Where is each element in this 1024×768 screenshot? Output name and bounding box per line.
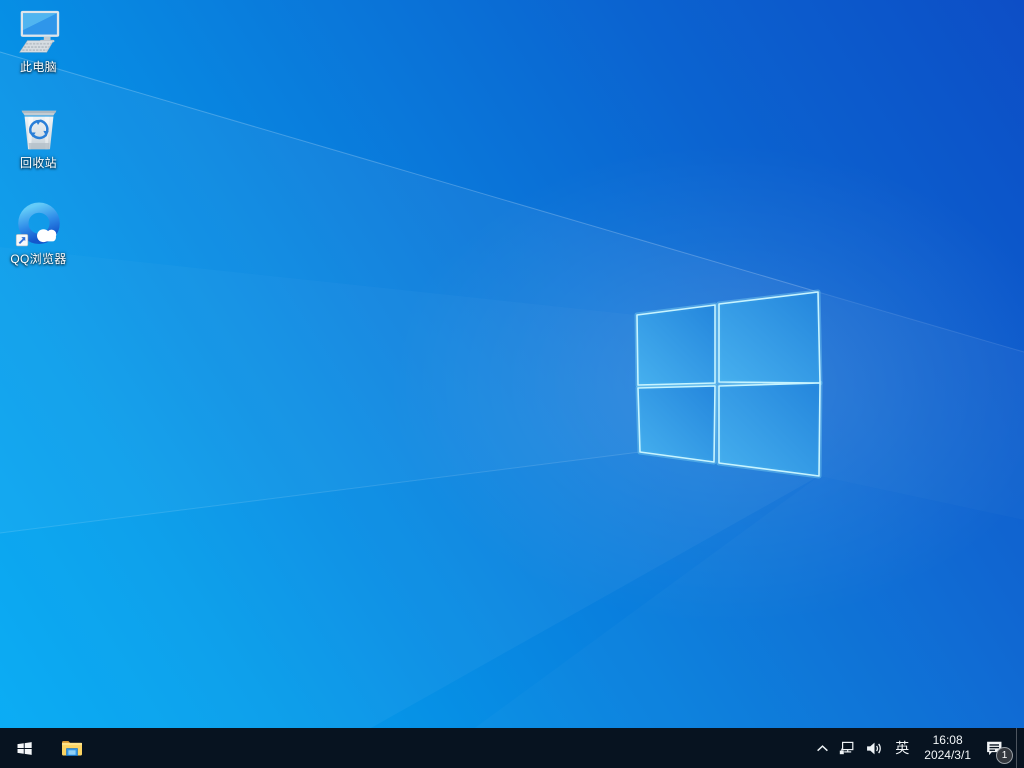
desktop-icon-qq-browser[interactable]: QQ浏览器: [1, 196, 76, 292]
tray-volume-button[interactable]: [861, 728, 888, 768]
show-desktop-button[interactable]: [1016, 728, 1024, 768]
tray-network-button[interactable]: [834, 728, 861, 768]
recycle-bin-icon: [14, 104, 64, 154]
clock-time: 16:08: [933, 733, 963, 748]
file-explorer-button[interactable]: [48, 728, 96, 768]
system-tray: 英 16:08 2024/3/1 1: [811, 728, 1024, 768]
desktop-icon-label: 回收站: [20, 157, 57, 170]
desktop-icon-grid: 此电脑: [1, 4, 76, 292]
tray-show-hidden-button[interactable]: [811, 728, 834, 768]
volume-icon: [866, 741, 883, 756]
qq-browser-icon: [14, 200, 64, 250]
windows-logo-icon: [16, 740, 33, 757]
action-center-button[interactable]: 1: [979, 728, 1014, 768]
notification-badge: 1: [996, 747, 1013, 764]
tray-clock[interactable]: 16:08 2024/3/1: [916, 728, 979, 768]
desktop-icon-recycle-bin[interactable]: 回收站: [1, 100, 76, 196]
tray-language-indicator[interactable]: 英: [888, 728, 916, 768]
file-explorer-icon: [61, 738, 83, 758]
chevron-up-icon: [816, 744, 829, 753]
desktop-icon-this-pc[interactable]: 此电脑: [1, 4, 76, 100]
desktop[interactable]: 此电脑: [0, 0, 1024, 768]
clock-date: 2024/3/1: [924, 748, 971, 763]
network-icon: [839, 741, 856, 756]
start-button[interactable]: [0, 728, 48, 768]
desktop-icon-label: QQ浏览器: [10, 253, 66, 266]
taskbar: 英 16:08 2024/3/1 1: [0, 728, 1024, 768]
wallpaper-windows-logo: [0, 0, 1024, 768]
this-pc-icon: [14, 8, 64, 58]
desktop-icon-label: 此电脑: [20, 61, 57, 74]
